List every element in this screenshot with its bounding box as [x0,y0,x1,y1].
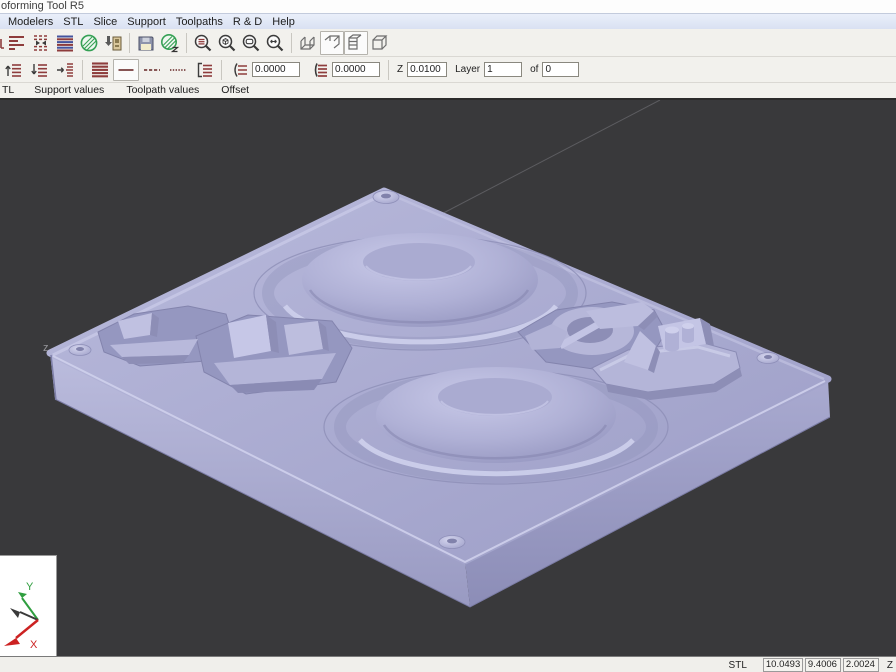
btn-zoom-model[interactable] [215,31,239,55]
btn-collapse-lines[interactable] [29,31,53,55]
status-z-axis-label: Z [887,660,893,671]
toolbar-slice: 0.0000 0.0000 Z 0.0100 Layer 1 of 0 [0,57,896,83]
dotted-layer-icon [168,60,188,80]
tab-toolpath-values[interactable]: Toolpath values [115,83,210,98]
zoom-refit-icon [265,33,285,53]
btn-dashed-layer[interactable] [139,59,165,81]
application-window: oforming Tool R5 Modelers STL Slice Supp… [0,0,896,672]
status-z-field: 2.0024 [843,658,879,672]
status-mode-label: STL [729,660,747,671]
toolbar-main [0,29,896,57]
tab-support-values[interactable]: Support values [23,83,115,98]
btn-hatched-sphere-z[interactable] [158,31,182,55]
btn-view-full-box[interactable] [368,31,392,55]
btn-stacked-lines[interactable] [53,31,77,55]
btn-layer-up[interactable] [0,59,26,81]
toolbar-separator [388,60,389,80]
menu-help[interactable]: Help [267,15,300,29]
btn-view-corner-box[interactable] [320,31,344,55]
status-y-field: 9.4006 [805,658,841,672]
view-box-section-icon [345,32,367,54]
btn-goto-layer[interactable] [52,59,78,81]
range-end-icon-button[interactable] [306,59,332,81]
align-lines-icon [7,33,27,53]
axis-guide-line [430,100,660,220]
layer-count-field[interactable]: 0 [542,62,579,77]
window-title: oforming Tool R5 [1,0,84,12]
btn-hatched-sphere[interactable] [77,31,101,55]
btn-zoom-slices[interactable] [191,31,215,55]
toolbar-separator [186,33,187,53]
bracket-layers-icon [194,60,214,80]
btn-view-section-box[interactable] [344,31,368,55]
z-step-label: Z [397,64,407,75]
value-tabs: TL Support values Toolpath values Offset [0,83,896,100]
toolbar-separator [129,33,130,53]
menu-support[interactable]: Support [122,15,171,29]
btn-zoom-window[interactable] [239,31,263,55]
btn-zoom-refit[interactable] [263,31,287,55]
viewport-3d[interactable]: z Y X [0,100,896,656]
menu-rnd[interactable]: R & D [228,15,267,29]
menu-slice[interactable]: Slice [88,15,122,29]
axis-triad-box: Y X [0,555,57,656]
btn-view-open-box[interactable] [296,31,320,55]
view-box-corner-icon [321,32,343,54]
range-end-field[interactable]: 0.0000 [332,62,380,77]
range-start-icon-button[interactable] [226,59,252,81]
tab-offset[interactable]: Offset [210,83,260,98]
statusbar: STL 10.0493 9.4006 2.0024 Z [0,656,896,672]
dashed-layer-icon [142,60,162,80]
btn-send-machine[interactable] [101,31,125,55]
btn-align-lines[interactable] [5,31,29,55]
menu-stl[interactable]: STL [58,15,88,29]
single-layer-icon [116,60,136,80]
btn-dotted-layer[interactable] [165,59,191,81]
zoom-slices-icon [193,33,213,53]
stacked-lines-icon [55,33,75,53]
y-axis-label: Y [26,581,34,593]
axis-triad: Y X [0,556,56,656]
view-box-open-icon [297,32,319,54]
menu-modelers[interactable]: Modelers [0,15,58,29]
range-end-icon [310,61,328,79]
z-step-field[interactable]: 0.0100 [407,62,447,77]
save-icon [136,33,156,53]
range-start-field[interactable]: 0.0000 [252,62,300,77]
layer-label: Layer [447,64,484,75]
menubar: Modelers STL Slice Support Toolpaths R &… [0,13,896,29]
btn-single-layer[interactable] [113,59,139,81]
menu-toolpaths[interactable]: Toolpaths [171,15,228,29]
hatched-sphere-z-icon [160,33,180,53]
x-axis-label: X [30,639,38,651]
toolbar-separator [82,60,83,80]
zoom-model-icon [217,33,237,53]
btn-save[interactable] [134,31,158,55]
layer-number-field[interactable]: 1 [484,62,522,77]
btn-bracket-layers[interactable] [191,59,217,81]
send-to-machine-icon [103,33,123,53]
toolbar-separator [291,33,292,53]
all-layers-icon [90,60,110,80]
zoom-window-icon [241,33,261,53]
layer-up-icon [3,60,23,80]
layer-of-label: of [522,64,542,75]
window-titlebar[interactable]: oforming Tool R5 [0,0,896,13]
btn-layer-down[interactable] [26,59,52,81]
toolbar-separator [221,60,222,80]
goto-layer-icon [55,60,75,80]
view-box-full-icon [369,32,391,54]
z-axis-label: z [43,342,49,354]
tab-stl[interactable]: TL [0,83,23,98]
range-start-icon [230,61,248,79]
btn-all-layers[interactable] [87,59,113,81]
layer-down-icon [29,60,49,80]
collapse-lines-icon [31,33,51,53]
hatched-sphere-icon [79,33,99,53]
model-canvas: z [0,100,896,656]
status-x-field: 10.0493 [763,658,803,672]
